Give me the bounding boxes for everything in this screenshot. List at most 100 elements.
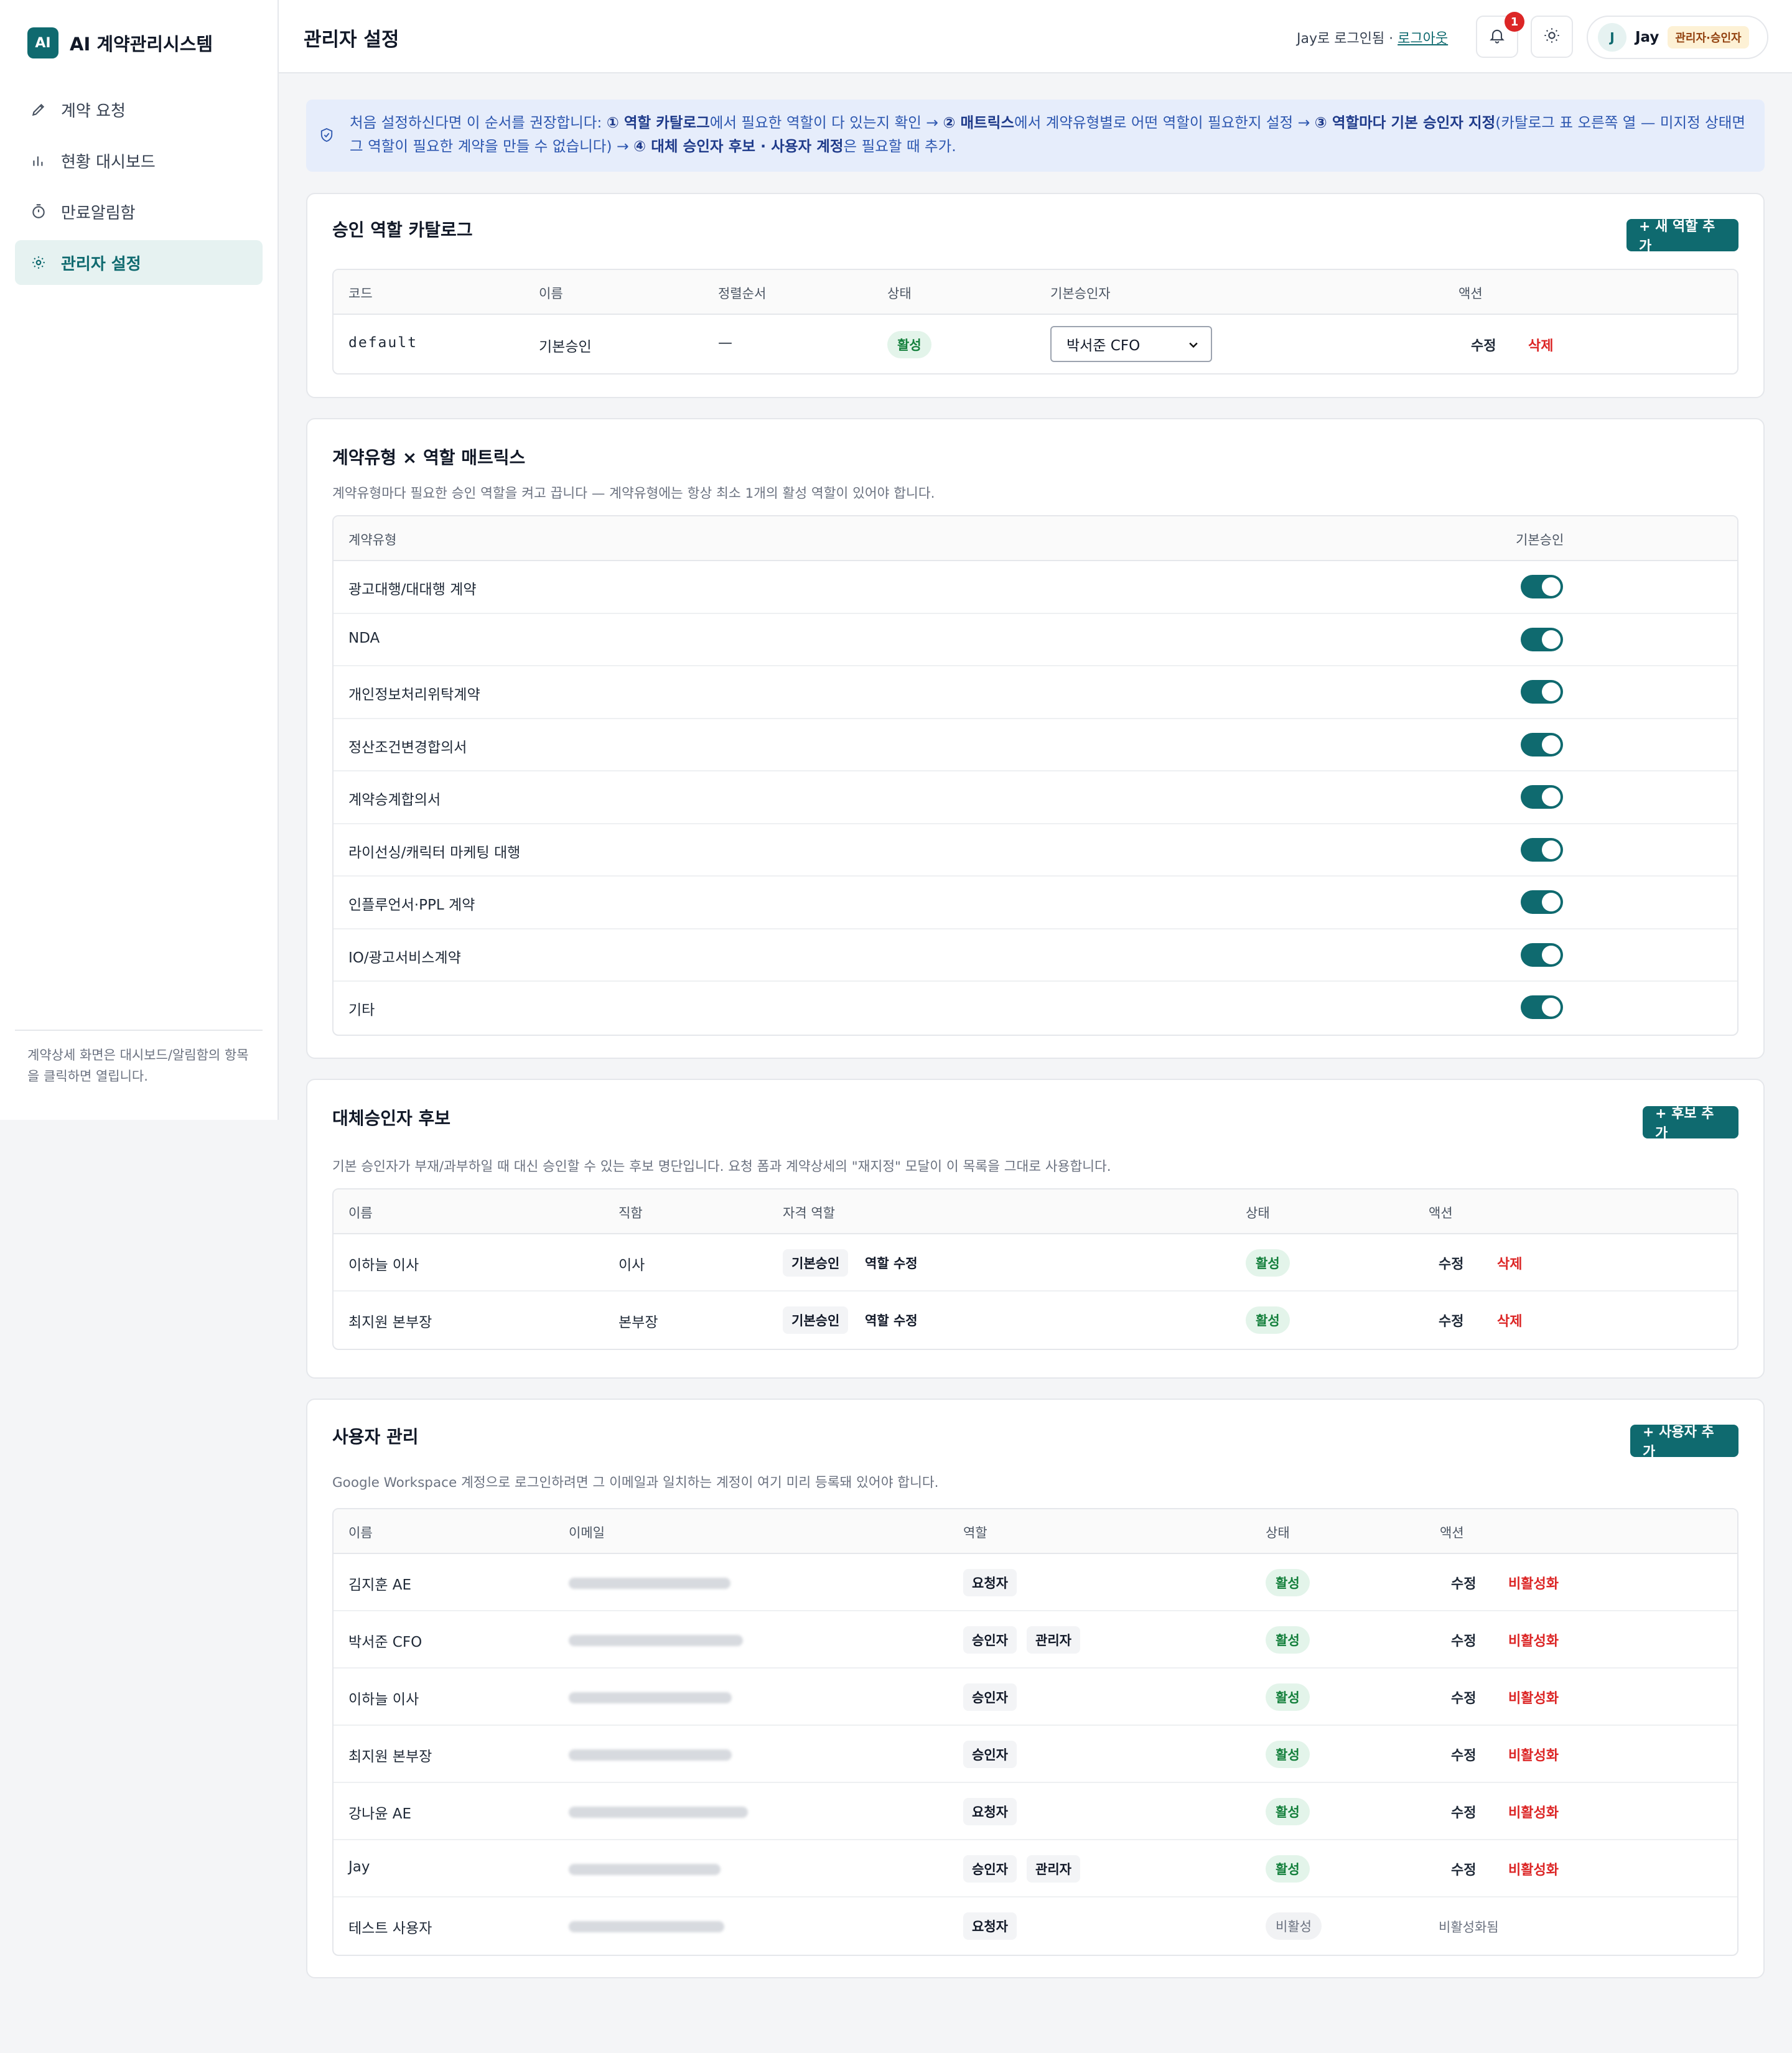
banner-step-4: ④ 대체 승인자 후보 · 사용자 계정	[633, 137, 844, 155]
deactivate-user-button[interactable]: 비활성화	[1508, 1744, 1559, 1764]
contract-type: 광고대행/대대행 계약	[348, 582, 477, 598]
role-toggle[interactable]	[1521, 680, 1563, 704]
chevron-down-icon	[1187, 338, 1200, 355]
shield-check-icon	[320, 126, 334, 149]
status-badge: 활성	[1266, 1683, 1310, 1711]
candidate-name: 최지원 본부장	[348, 1315, 432, 1331]
sidebar: AI AI 계약관리시스템 계약 요청 현황 대시보드 만료알림함 관리자 설정…	[0, 0, 279, 1120]
contract-type: 계약승계합의서	[348, 792, 441, 808]
role-toggle[interactable]	[1521, 995, 1563, 1019]
role-tag: 승인자	[963, 1855, 1017, 1883]
table-row: 개인정보처리위탁계약	[334, 666, 1737, 719]
alternates-title: 대체승인자 후보	[332, 1108, 451, 1129]
role-tag: 요청자	[963, 1569, 1017, 1596]
contract-type: 기타	[348, 1002, 375, 1018]
setup-guide-banner: 처음 설정하신다면 이 순서를 권장합니다: ① 역할 카탈로그에서 필요한 역…	[306, 100, 1765, 172]
add-user-button[interactable]: + 사용자 추가	[1630, 1425, 1738, 1460]
role-tag: 승인자	[963, 1683, 1017, 1711]
add-candidate-button[interactable]: + 후보 추가	[1643, 1106, 1738, 1142]
candidate-title: 본부장	[618, 1315, 658, 1331]
role-toggle[interactable]	[1521, 575, 1563, 598]
page-title: 관리자 설정	[304, 29, 399, 51]
contract-type: 인플루언서·PPL 계약	[348, 897, 475, 913]
app-name: AI 계약관리시스템	[70, 34, 213, 55]
sidebar-item-admin-settings[interactable]: 관리자 설정	[15, 240, 263, 285]
status-badge: 활성	[1246, 1249, 1290, 1277]
edit-candidate-button[interactable]: 수정	[1439, 1310, 1463, 1330]
delete-candidate-button[interactable]: 삭제	[1497, 1310, 1522, 1330]
delete-candidate-button[interactable]: 삭제	[1497, 1253, 1522, 1273]
deactivate-user-button[interactable]: 비활성화	[1508, 1802, 1559, 1822]
redacted-email	[569, 1692, 732, 1703]
role-toggle[interactable]	[1521, 890, 1563, 914]
edit-roles-button[interactable]: 역할 수정	[856, 1249, 926, 1277]
delete-role-button[interactable]: 삭제	[1528, 335, 1553, 355]
default-approver-select[interactable]: 박서준 CFO	[1050, 326, 1212, 362]
edit-user-button[interactable]: 수정	[1451, 1687, 1476, 1707]
role-tag: 승인자	[963, 1626, 1017, 1654]
add-role-button[interactable]: + 새 역할 추가	[1626, 219, 1738, 254]
edit-user-button[interactable]: 수정	[1451, 1859, 1476, 1879]
notification-button[interactable]: 1	[1476, 12, 1524, 58]
table-row: 정산조건변경합의서	[334, 719, 1737, 771]
edit-role-button[interactable]: 수정	[1471, 335, 1496, 355]
role-toggle[interactable]	[1521, 785, 1563, 809]
table-row: IO/광고서비스계약	[334, 929, 1737, 982]
sidebar-item-contract-request[interactable]: 계약 요청	[15, 87, 263, 132]
avatar: J	[1598, 23, 1626, 52]
status-badge: 활성	[1266, 1569, 1310, 1596]
banner-text: 은 필요할 때 추가.	[843, 137, 956, 155]
edit-user-button[interactable]: 수정	[1451, 1630, 1476, 1650]
edit-roles-button[interactable]: 역할 수정	[856, 1306, 926, 1334]
deactivate-user-button[interactable]: 비활성화	[1508, 1687, 1559, 1707]
table-row: 기타	[334, 982, 1737, 1035]
edit-user-button[interactable]: 수정	[1451, 1744, 1476, 1764]
role-toggle[interactable]	[1521, 943, 1563, 967]
role-tag: 승인자	[963, 1741, 1017, 1768]
login-text: Jay로 로그인됨 ·	[1297, 31, 1398, 47]
column-header: 자격 역할	[783, 1206, 835, 1221]
column-header: 기본승인자	[1050, 286, 1111, 301]
table-row: 라이선싱/캐릭터 마케팅 대행	[334, 824, 1737, 877]
status-badge: 활성	[887, 331, 931, 358]
deactivate-user-button[interactable]: 비활성화	[1508, 1630, 1559, 1650]
edit-candidate-button[interactable]: 수정	[1439, 1253, 1463, 1273]
column-header: 이름	[539, 286, 563, 301]
edit-user-button[interactable]: 수정	[1451, 1802, 1476, 1822]
column-header: 기본승인	[1516, 533, 1564, 547]
deactivate-user-button[interactable]: 비활성화	[1508, 1859, 1559, 1879]
bar-chart-icon	[30, 152, 47, 169]
topbar: 관리자 설정 Jay로 로그인됨 · 로그아웃 1 J Jay 관리자·승인자	[279, 0, 1792, 73]
alternates-table: 이름 직함 자격 역할 상태 액션 이하늘 이사 이사 기본승인 역할 수정 활성 수정 삭…	[332, 1188, 1738, 1350]
table-row: 강나윤 AE 요청자 활성 수정 비활성화	[334, 1783, 1737, 1840]
role-toggle[interactable]	[1521, 627, 1563, 651]
role-name: 기본승인	[539, 339, 592, 355]
user-name: Jay	[1635, 29, 1659, 45]
user-role-badge: 관리자·승인자	[1668, 26, 1749, 49]
brand[interactable]: AI AI 계약관리시스템	[27, 27, 213, 58]
role-toggle[interactable]	[1521, 732, 1563, 756]
column-header: 이메일	[569, 1525, 605, 1540]
status-badge: 활성	[1266, 1741, 1310, 1768]
role-order: —	[718, 335, 732, 351]
users-table: 이름 이메일 역할 상태 액션 김지훈 AE 요청자 활성 수정 비활성화 박서준 CFO…	[332, 1508, 1738, 1956]
column-header: 이름	[348, 1525, 373, 1540]
logout-link[interactable]: 로그아웃	[1398, 31, 1448, 47]
theme-toggle-button[interactable]	[1531, 16, 1573, 58]
role-tag: 관리자	[1027, 1855, 1080, 1883]
contract-type: NDA	[348, 630, 380, 646]
pencil-icon	[30, 101, 47, 118]
role-toggle[interactable]	[1521, 837, 1563, 862]
user-menu[interactable]: J Jay 관리자·승인자	[1587, 16, 1768, 59]
sidebar-item-expiry-inbox[interactable]: 만료알림함	[15, 189, 263, 234]
edit-user-button[interactable]: 수정	[1451, 1573, 1476, 1593]
sidebar-item-dashboard[interactable]: 현황 대시보드	[15, 138, 263, 183]
bell-icon	[1488, 27, 1506, 47]
status-badge: 활성	[1246, 1306, 1290, 1334]
table-row: 이하늘 이사 승인자 활성 수정 비활성화	[334, 1669, 1737, 1726]
redacted-email	[569, 1921, 724, 1932]
table-row: 이하늘 이사 이사 기본승인 역할 수정 활성 수정 삭제	[334, 1234, 1737, 1292]
deactivate-user-button[interactable]: 비활성화	[1508, 1573, 1559, 1593]
timer-icon	[30, 203, 47, 220]
table-row: NDA	[334, 614, 1737, 666]
